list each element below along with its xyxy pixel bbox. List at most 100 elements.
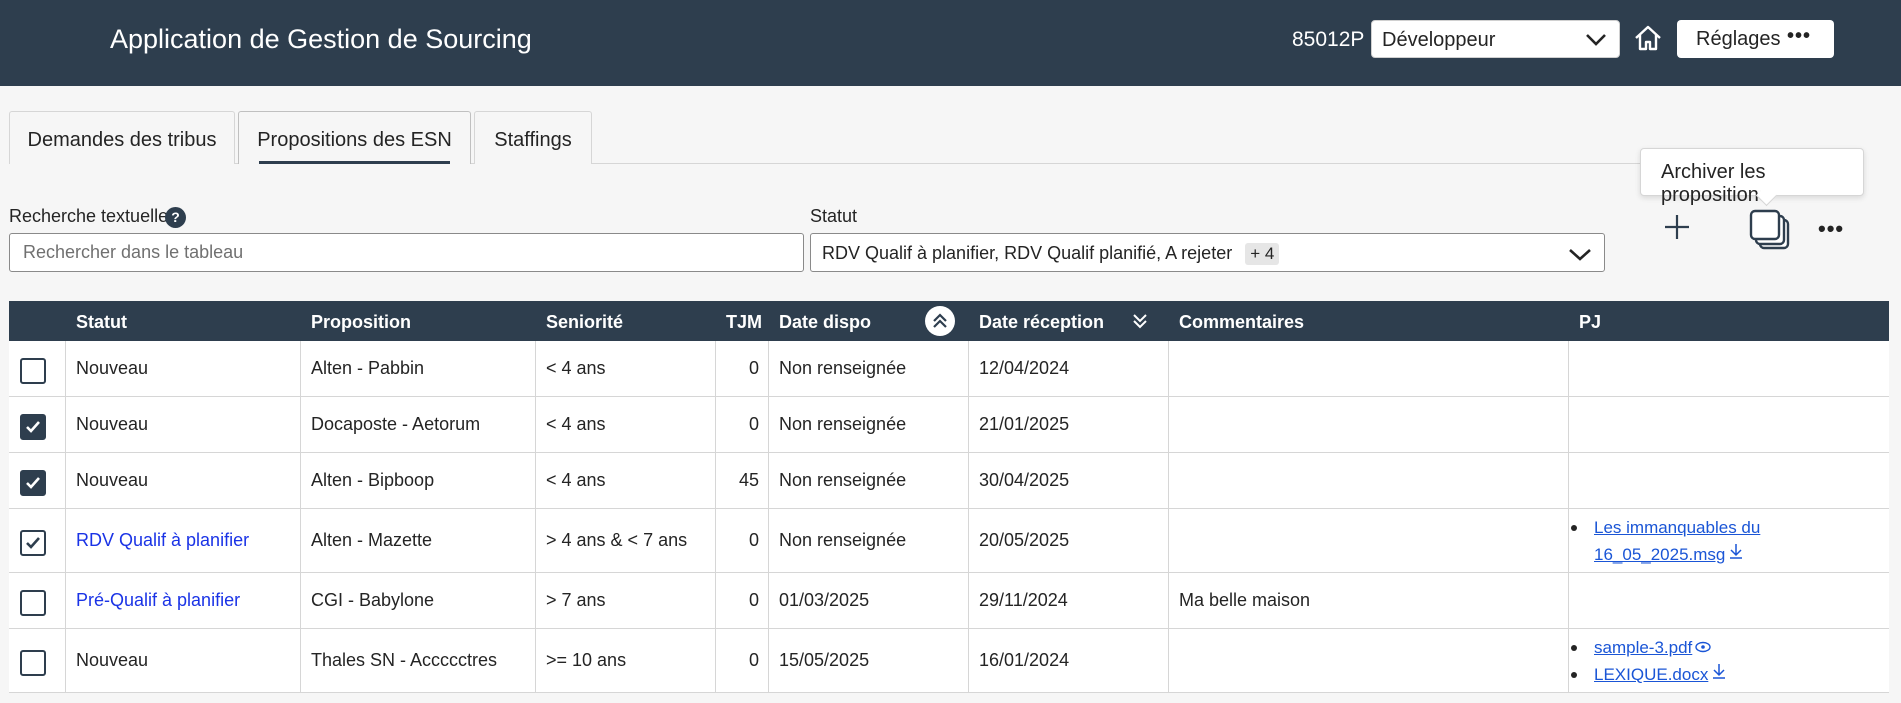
cell-proposition: Docaposte - Aetorum — [311, 414, 481, 434]
table-row[interactable]: Nouveau Thales SN - Accccctres >= 10 ans 0 1… — [9, 629, 1889, 693]
table-row[interactable]: Pré-Qualif à planifier CGI - Babylone > 7 … — [9, 573, 1889, 629]
cell-proposition: Alten - Pabbin — [311, 358, 425, 378]
table-cell-divider — [1169, 453, 1569, 508]
col-tjm[interactable]: TJM — [726, 312, 762, 333]
row-checkbox[interactable] — [20, 650, 46, 676]
eye-icon — [1695, 641, 1711, 653]
cell-statut: Nouveau — [76, 470, 149, 490]
table-cell-divider — [1169, 509, 1569, 572]
search-input[interactable] — [9, 233, 804, 272]
col-seniorite[interactable]: Seniorité — [546, 312, 623, 333]
row-checkbox[interactable] — [20, 470, 46, 496]
tab-label: Staffings — [494, 129, 572, 151]
chevron-down-icon — [1586, 34, 1606, 46]
add-icon[interactable] — [1662, 212, 1692, 242]
archive-icon[interactable] — [1748, 208, 1792, 252]
attachment-link[interactable]: LEXIQUE.docx — [1594, 664, 1727, 684]
tab-demandes-tribus[interactable]: Demandes des tribus — [9, 111, 235, 164]
attachment-link[interactable]: sample-3.pdf — [1594, 638, 1711, 657]
sort-asc-button[interactable] — [925, 306, 955, 336]
col-date-dispo[interactable]: Date dispo — [779, 312, 871, 333]
archive-tooltip: Archiver les propositions — [1640, 148, 1864, 206]
cell-statut: Nouveau — [76, 650, 149, 670]
attachment-item: LEXIQUE.docx — [1569, 661, 1727, 688]
tab-label: Demandes des tribus — [27, 129, 217, 151]
cell-seniorite: >= 10 ans — [546, 650, 627, 670]
help-icon[interactable]: ? — [165, 207, 186, 228]
table-body: Nouveau Alten - Pabbin < 4 ans 0 Non renseig… — [9, 341, 1889, 693]
cell-seniorite: > 4 ans & < 7 ans — [546, 530, 688, 550]
col-statut[interactable]: Statut — [76, 312, 127, 333]
table-cell-divider — [716, 629, 769, 692]
cell-seniorite: < 4 ans — [546, 358, 606, 378]
double-chevron-down-icon[interactable] — [1131, 311, 1149, 331]
col-proposition[interactable]: Proposition — [311, 312, 411, 333]
col-pj[interactable]: PJ — [1579, 312, 1601, 333]
table-cell-divider — [1169, 341, 1569, 396]
download-icon — [1713, 664, 1726, 679]
cell-tjm: 0 — [748, 414, 759, 434]
app-header: Application de Gestion de Sourcing 85012… — [0, 0, 1901, 86]
cell-statut[interactable]: RDV Qualif à planifier — [76, 530, 249, 551]
role-select[interactable]: Développeur — [1371, 20, 1620, 58]
table-cell-divider — [716, 397, 769, 452]
checkmark-icon — [26, 421, 40, 433]
checkmark-icon — [26, 537, 40, 549]
cell-date-reception: 30/04/2025 — [979, 470, 1070, 490]
table-row[interactable]: RDV Qualif à planifier Alten - Mazette > 4… — [9, 509, 1889, 573]
cell-date-dispo: Non renseignée — [779, 530, 907, 550]
cell-date-dispo: Non renseignée — [779, 470, 907, 490]
table-row[interactable]: Nouveau Alten - Bipboop < 4 ans 45 Non rense… — [9, 453, 1889, 509]
table-row[interactable]: Nouveau Alten - Pabbin < 4 ans 0 Non renseig… — [9, 341, 1889, 397]
cell-seniorite: < 4 ans — [546, 470, 606, 490]
attachment-item: Les immanquables du 16_05_2025.msg — [1569, 514, 1760, 568]
attachment-name: sample-3.pdf — [1594, 638, 1693, 657]
more-actions-icon[interactable]: ••• — [1818, 216, 1844, 242]
settings-button[interactable]: Réglages ••• — [1677, 20, 1834, 58]
cell-tjm: 45 — [738, 470, 759, 490]
attachment-name-line1: Les immanquables du — [1594, 518, 1761, 537]
home-icon[interactable] — [1632, 22, 1664, 54]
checkmark-icon — [26, 477, 40, 489]
row-checkbox[interactable] — [20, 590, 46, 616]
cell-date-reception: 29/11/2024 — [979, 590, 1068, 610]
active-tab-indicator — [259, 161, 450, 164]
cell-date-reception: 12/04/2024 — [979, 358, 1070, 378]
status-label: Statut — [810, 206, 858, 226]
attachment-item: sample-3.pdf — [1569, 634, 1727, 661]
col-commentaires[interactable]: Commentaires — [1179, 312, 1304, 333]
cell-seniorite: < 4 ans — [546, 414, 606, 434]
cell-date-reception: 20/05/2025 — [979, 530, 1070, 550]
attachment-link[interactable]: Les immanquables du 16_05_2025.msg — [1594, 518, 1760, 564]
table-row[interactable]: Nouveau Docaposte - Aetorum < 4 ans 0 Non re… — [9, 397, 1889, 453]
col-date-reception[interactable]: Date réception — [979, 312, 1104, 333]
table-cell-divider — [716, 341, 769, 396]
app-title: Application de Gestion de Sourcing — [110, 24, 532, 54]
row-checkbox[interactable] — [20, 358, 46, 384]
tab-propositions-esn[interactable]: Propositions des ESN — [238, 111, 471, 164]
cell-date-reception: 21/01/2025 — [979, 414, 1070, 434]
table-header: Statut Proposition Seniorité TJM Date di… — [9, 301, 1889, 341]
cell-tjm: 0 — [748, 358, 759, 378]
status-select-value: RDV Qualif à planifier, RDV Qualif plani… — [822, 243, 1233, 263]
status-more-badge: + 4 — [1245, 243, 1280, 265]
status-select[interactable]: RDV Qualif à planifier, RDV Qualif plani… — [810, 233, 1605, 272]
row-checkbox[interactable] — [20, 414, 46, 440]
cell-seniorite: > 7 ans — [546, 590, 606, 610]
cell-commentaires: Ma belle maison — [1179, 590, 1311, 610]
cell-date-reception: 16/01/2024 — [979, 650, 1070, 670]
tab-staffings[interactable]: Staffings — [474, 111, 592, 164]
table-cell-divider — [1169, 629, 1569, 692]
attachment-list: Les immanquables du 16_05_2025.msg — [1569, 514, 1760, 568]
download-icon — [1730, 544, 1743, 559]
cell-date-dispo: Non renseignée — [779, 358, 907, 378]
cell-date-dispo: 01/03/2025 — [779, 590, 870, 610]
settings-label: Réglages — [1696, 28, 1781, 50]
cell-statut[interactable]: Pré-Qualif à planifier — [76, 590, 240, 611]
cell-proposition: Alten - Mazette — [311, 530, 433, 550]
row-checkbox[interactable] — [20, 530, 46, 556]
role-select-value: Développeur — [1382, 29, 1496, 51]
cell-proposition: CGI - Babylone — [311, 590, 435, 610]
double-chevron-up-icon — [933, 313, 947, 328]
tab-label: Propositions des ESN — [257, 129, 452, 151]
